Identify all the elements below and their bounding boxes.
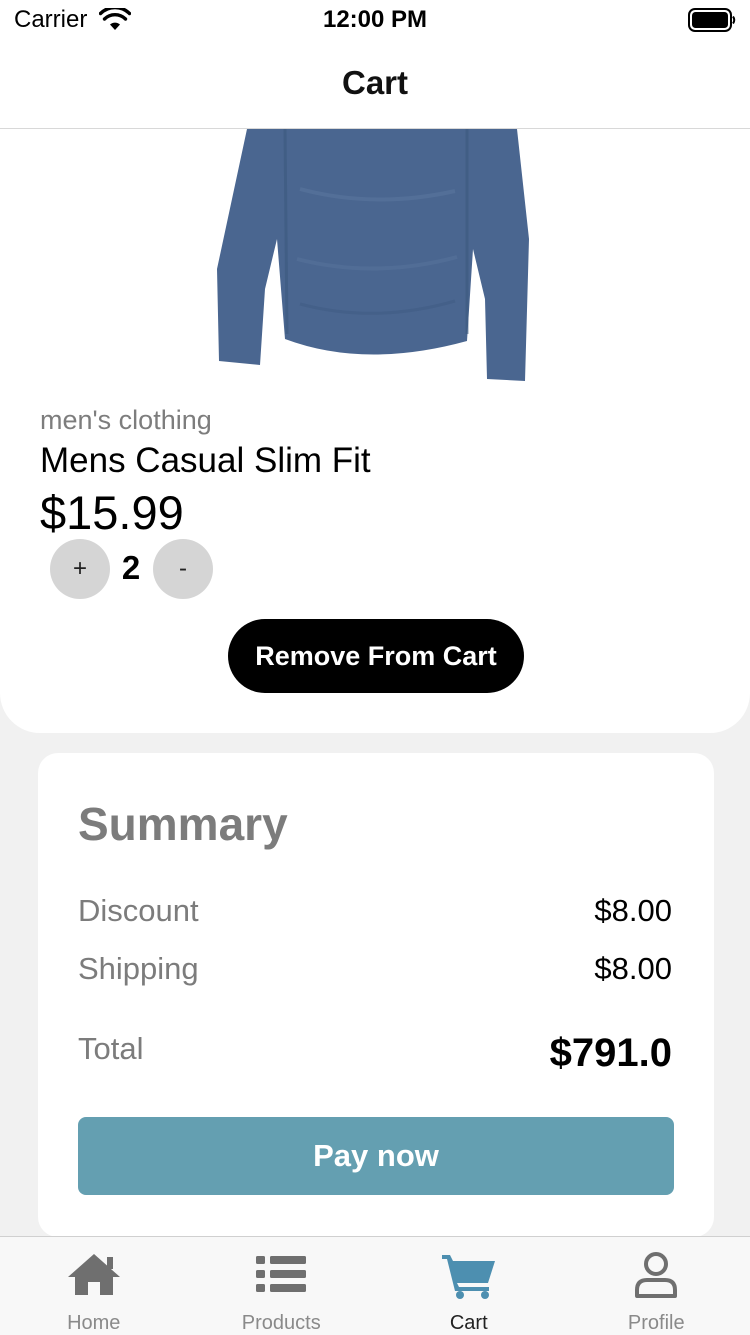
remove-from-cart-button[interactable]: Remove From Cart: [228, 619, 524, 693]
pay-now-button[interactable]: Pay now: [78, 1117, 674, 1195]
quantity-decrease-button[interactable]: -: [153, 539, 213, 599]
battery-icon: [688, 8, 736, 32]
product-image: [205, 129, 535, 385]
product-price: $15.99: [40, 485, 184, 540]
total-value: $791.0: [550, 1031, 672, 1076]
tab-home[interactable]: Home: [0, 1237, 188, 1335]
tab-bar: Home Products Cart Profile: [0, 1236, 750, 1335]
tab-products[interactable]: Products: [188, 1237, 376, 1335]
discount-value: $8.00: [594, 893, 672, 929]
tab-cart[interactable]: Cart: [375, 1237, 563, 1335]
total-label: Total: [78, 1031, 143, 1067]
status-time: 12:00 PM: [0, 6, 750, 34]
navigation-bar: Cart: [0, 44, 750, 129]
shipping-label: Shipping: [78, 951, 199, 987]
tab-products-label: Products: [188, 1312, 376, 1335]
product-title: Mens Casual Slim Fit: [40, 441, 371, 481]
discount-label: Discount: [78, 893, 199, 929]
cart-item-card: men's clothing Mens Casual Slim Fit $15.…: [0, 129, 750, 733]
summary-card: Summary Discount $8.00 Shipping $8.00 To…: [38, 753, 714, 1237]
tab-profile-label: Profile: [563, 1312, 750, 1335]
quantity-value: 2: [112, 549, 150, 587]
tab-home-label: Home: [0, 1312, 188, 1335]
status-bar: Carrier 12:00 PM: [0, 0, 750, 44]
user-icon: [633, 1251, 679, 1299]
product-category: men's clothing: [40, 405, 212, 436]
tab-profile[interactable]: Profile: [563, 1237, 750, 1335]
shipping-value: $8.00: [594, 951, 672, 987]
cart-icon: [441, 1251, 497, 1299]
home-icon: [66, 1251, 122, 1297]
summary-title: Summary: [78, 797, 288, 851]
list-icon: [256, 1251, 306, 1297]
tab-cart-label: Cart: [375, 1312, 563, 1335]
quantity-increase-button[interactable]: +: [50, 539, 110, 599]
page-title: Cart: [0, 64, 750, 102]
